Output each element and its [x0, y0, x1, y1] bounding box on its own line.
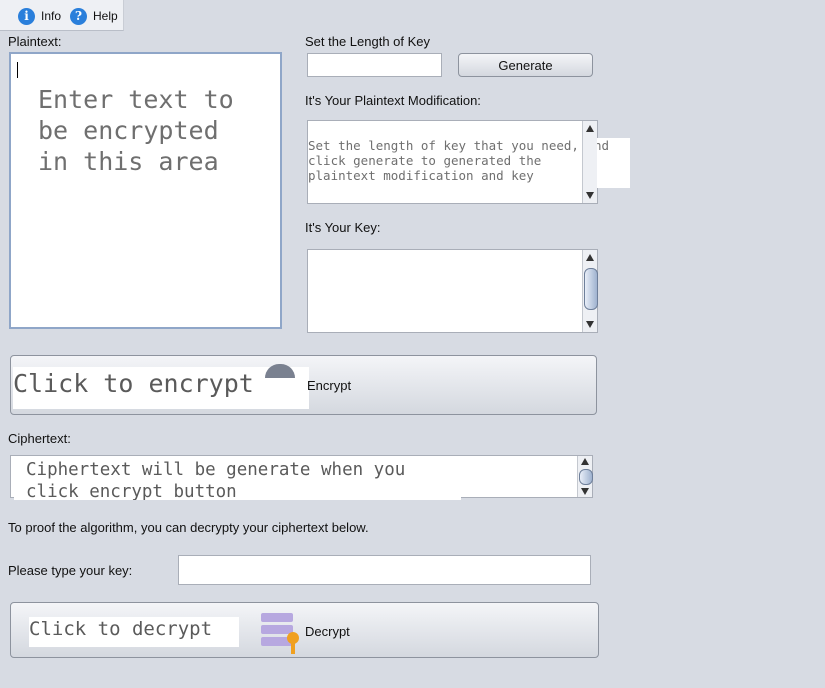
- info-icon: i: [18, 7, 35, 25]
- generate-button[interactable]: Generate: [458, 53, 593, 77]
- decrypt-key-input[interactable]: [178, 555, 591, 585]
- modification-textarea[interactable]: Set the length of key that you need, and…: [307, 120, 630, 204]
- key-scrollbar[interactable]: [582, 250, 598, 332]
- scroll-up-icon[interactable]: [586, 125, 594, 132]
- encrypt-button[interactable]: Click to encrypt Encrypt: [10, 355, 597, 415]
- key-length-input[interactable]: [307, 53, 442, 77]
- text-cursor: [17, 62, 18, 78]
- scroll-down-icon[interactable]: [581, 488, 589, 495]
- key-length-label: Set the Length of Key: [305, 34, 431, 49]
- scroll-up-icon[interactable]: [586, 254, 594, 261]
- ciphertext-label: Ciphertext:: [8, 431, 71, 446]
- decrypt-button[interactable]: Click to decrypt Decrypt: [10, 602, 599, 658]
- menu-info[interactable]: i Info: [18, 7, 61, 25]
- plaintext-label: Plaintext:: [8, 34, 62, 49]
- scroll-thumb[interactable]: [584, 268, 598, 310]
- decrypt-hint: Click to decrypt: [29, 617, 239, 647]
- decrypt-key-label: Please type your key:: [8, 563, 133, 578]
- modification-label: It's Your Plaintext Modification:: [305, 93, 481, 108]
- plaintext-input[interactable]: Enter text to be encrypted in this area: [9, 52, 282, 329]
- generate-label: Generate: [498, 57, 553, 73]
- scroll-up-icon[interactable]: [581, 458, 589, 465]
- menu-info-label: Info: [41, 9, 62, 23]
- scroll-thumb[interactable]: [579, 469, 593, 485]
- key-database-icon: [261, 613, 299, 654]
- decrypt-label: Decrypt: [305, 624, 350, 639]
- plaintext-placeholder: Enter text to be encrypted in this area: [38, 85, 234, 176]
- scroll-down-icon[interactable]: [586, 192, 594, 199]
- key-label: It's Your Key:: [305, 220, 381, 235]
- ciphertext-scrollbar[interactable]: [577, 456, 593, 497]
- ciphertext-placeholder: Ciphertext will be generate when you cli…: [14, 459, 461, 500]
- menu-help-label: Help: [93, 9, 118, 23]
- encrypt-label: Encrypt: [307, 378, 352, 393]
- help-icon: ?: [70, 7, 87, 25]
- scroll-down-icon[interactable]: [586, 321, 594, 328]
- proof-text: To proof the algorithm, you can decrypty…: [8, 520, 369, 535]
- modification-scrollbar[interactable]: [582, 121, 597, 203]
- menu-help[interactable]: ? Help: [70, 7, 118, 25]
- key-textarea[interactable]: [307, 249, 598, 333]
- ciphertext-textarea[interactable]: Ciphertext will be generate when you cli…: [10, 455, 593, 500]
